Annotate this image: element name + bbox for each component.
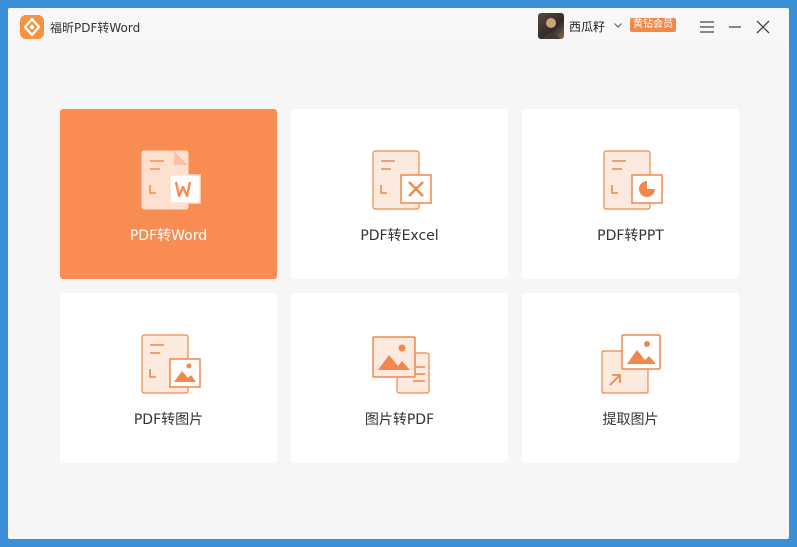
card-pdf-to-word[interactable]: PDF转Word: [60, 109, 277, 279]
menu-icon[interactable]: [698, 18, 716, 36]
avatar[interactable]: [538, 13, 564, 39]
card-image-to-pdf[interactable]: 图片转PDF: [291, 293, 508, 463]
username[interactable]: 西瓜籽: [569, 18, 605, 35]
app-window: 福昕PDF转Word 西瓜籽 黄钻会员 PDF转Word PDF转Excel P…: [8, 8, 789, 539]
pdf-to-ppt-icon: [603, 150, 663, 210]
app-title: 福昕PDF转Word: [50, 21, 141, 35]
minimize-icon[interactable]: [726, 18, 744, 36]
card-pdf-to-excel[interactable]: PDF转Excel: [291, 109, 508, 279]
card-label: PDF转图片: [133, 412, 204, 428]
title-bar: 福昕PDF转Word 西瓜籽 黄钻会员: [8, 8, 789, 46]
card-label: 图片转PDF: [364, 412, 435, 428]
vip-badge[interactable]: 黄钻会员: [630, 18, 676, 32]
chevron-down-icon[interactable]: [612, 19, 624, 31]
card-extract-image[interactable]: 提取图片: [522, 293, 739, 463]
extract-image-icon: [601, 334, 661, 394]
app-logo-icon: [20, 15, 44, 39]
image-to-pdf-icon: [372, 336, 430, 394]
pdf-to-image-icon: [141, 334, 201, 394]
card-pdf-to-ppt[interactable]: PDF转PPT: [522, 109, 739, 279]
card-label: 提取图片: [602, 412, 659, 428]
close-icon[interactable]: [754, 18, 772, 36]
pdf-to-excel-icon: [372, 150, 432, 210]
card-pdf-to-image[interactable]: PDF转图片: [60, 293, 277, 463]
card-label: PDF转Word: [129, 228, 208, 244]
pdf-to-word-icon: [141, 150, 201, 210]
card-label: PDF转PPT: [597, 228, 664, 244]
card-label: PDF转Excel: [360, 228, 439, 244]
